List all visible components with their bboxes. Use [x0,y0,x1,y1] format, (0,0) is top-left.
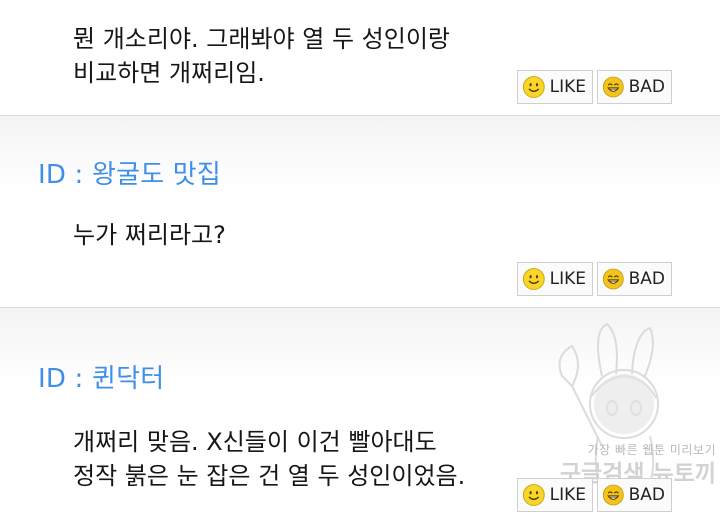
bad-button[interactable]: BAD [597,478,672,512]
vote-group: LIKE BAD [517,70,672,104]
like-button[interactable]: LIKE [517,262,593,296]
bad-label: BAD [628,269,665,289]
bad-button[interactable]: BAD [597,262,672,296]
smiley-face-icon [522,484,545,506]
comment-item: ID : 왕굴도 맛집 누가 쩌리라고? LIKE BAD [0,116,720,308]
vote-group: LIKE BAD [517,478,672,512]
like-button[interactable]: LIKE [517,70,593,104]
smiley-face-icon [522,76,545,98]
comment-text: 뭔 개소리야. 그래봐야 열 두 성인이랑 비교하면 개쩌리임. [73,22,450,90]
comment-line: 뭔 개소리야. 그래봐야 열 두 성인이랑 [73,25,450,53]
comment-line: 개쩌리 맞음. X신들이 이건 빨아대도 [73,428,437,456]
comment-item: 뭔 개소리야. 그래봐야 열 두 성인이랑 비교하면 개쩌리임. LIKE BA… [0,0,720,116]
comment-text: 개쩌리 맞음. X신들이 이건 빨아대도 정작 붉은 눈 잡은 건 열 두 성인… [73,425,465,493]
grinning-face-icon [602,76,624,98]
comment-line: 비교하면 개쩌리임. [73,59,265,87]
comment-author-id: ID : 왕굴도 맛집 [38,160,222,190]
comment-author-id: ID : 퀸닥터 [38,364,165,394]
grinning-face-icon [602,484,624,506]
like-button[interactable]: LIKE [517,478,593,512]
comment-line: 정작 붉은 눈 잡은 건 열 두 성인이었음. [73,462,466,490]
like-label: LIKE [549,77,586,97]
like-label: LIKE [549,269,586,289]
vote-group: LIKE BAD [517,262,672,296]
bad-label: BAD [628,77,665,97]
bad-label: BAD [628,485,665,505]
bad-button[interactable]: BAD [597,70,672,104]
smiley-face-icon [522,268,545,290]
like-label: LIKE [549,485,586,505]
comment-line: 누가 쩌리라고? [73,221,226,249]
grinning-face-icon [602,268,624,290]
comment-text: 누가 쩌리라고? [73,218,226,252]
